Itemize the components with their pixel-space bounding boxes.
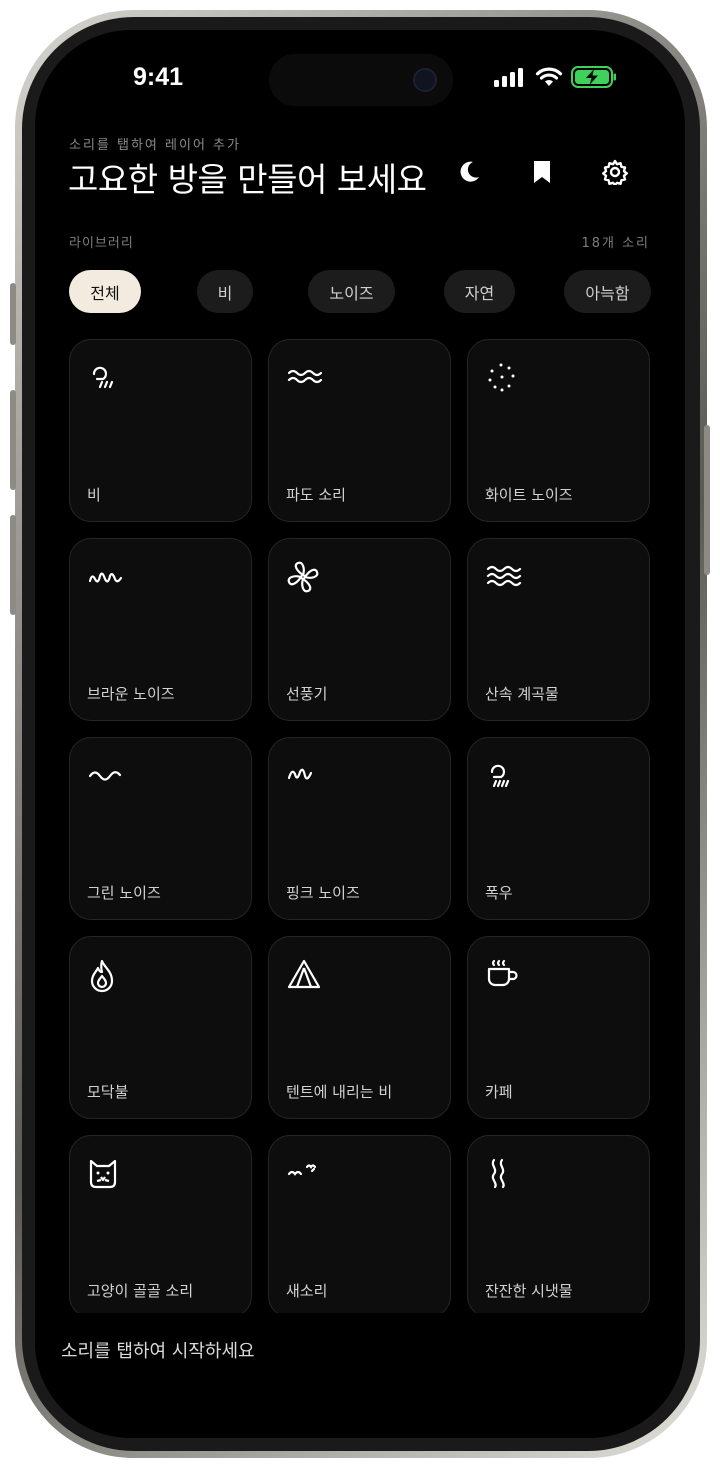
sound-tile-green-noise[interactable]: 그린 노이즈 bbox=[69, 737, 252, 920]
sound-tile-ocean-waves[interactable]: 파도 소리 bbox=[268, 339, 451, 522]
screen: 9:41 소리를 탭하여 레이어 추가 고요한 방을 만들어 보세요 라이브러리… bbox=[35, 30, 685, 1438]
flame-icon bbox=[90, 959, 114, 993]
sound-label: 그린 노이즈 bbox=[87, 884, 161, 902]
start-hint: 소리를 탭하여 시작하세요 bbox=[61, 1341, 255, 1362]
bookmark-icon bbox=[534, 161, 550, 183]
dots-circle-icon bbox=[488, 363, 515, 392]
squiggle-icon bbox=[88, 572, 123, 583]
sound-label: 파도 소리 bbox=[286, 486, 346, 504]
chip-noise[interactable]: 노이즈 bbox=[308, 270, 395, 313]
coffee-cup-icon bbox=[487, 959, 518, 987]
library-label: 라이브러리 bbox=[69, 236, 134, 251]
sound-label: 모닥불 bbox=[87, 1083, 129, 1101]
sound-label: 핑크 노이즈 bbox=[286, 884, 360, 902]
sound-label: 카페 bbox=[485, 1083, 513, 1101]
sound-tile-fan[interactable]: 선풍기 bbox=[268, 538, 451, 721]
sound-tile-rain[interactable]: 비 bbox=[69, 339, 252, 522]
stream-icon bbox=[486, 565, 522, 587]
sound-tile-pink-noise[interactable]: 핑크 노이즈 bbox=[268, 737, 451, 920]
sleep-mode-button[interactable] bbox=[452, 155, 486, 189]
saved-mixes-button[interactable] bbox=[525, 155, 559, 189]
sound-label: 새소리 bbox=[286, 1282, 328, 1300]
header-subtitle: 소리를 탭하여 레이어 추가 bbox=[69, 138, 241, 153]
zigzag-icon bbox=[287, 768, 313, 780]
status-time: 9:41 bbox=[133, 63, 184, 91]
bird-icon bbox=[287, 1164, 317, 1176]
tent-icon bbox=[287, 959, 321, 989]
sound-tile-cat-purring[interactable]: 고양이 골골 소리 bbox=[69, 1135, 252, 1318]
front-camera bbox=[413, 68, 437, 92]
sound-tile-campfire[interactable]: 모닥불 bbox=[69, 936, 252, 1119]
sound-tile-heavy-rain[interactable]: 폭우 bbox=[467, 737, 650, 920]
status-icons bbox=[493, 66, 617, 88]
moon-icon bbox=[460, 161, 479, 182]
wave-line-icon bbox=[88, 771, 122, 781]
chip-all[interactable]: 전체 bbox=[69, 270, 141, 313]
now-playing-bar[interactable]: 소리를 탭하여 시작하세요 bbox=[35, 1313, 685, 1438]
sound-tile-white-noise[interactable]: 화이트 노이즈 bbox=[467, 339, 650, 522]
power-button bbox=[704, 425, 710, 575]
sound-count: 18개 소리 bbox=[581, 236, 650, 251]
sound-label: 폭우 bbox=[485, 884, 513, 902]
waves-icon bbox=[287, 369, 323, 384]
fan-icon bbox=[287, 561, 319, 593]
gear-icon bbox=[602, 159, 628, 185]
page-title: 고요한 방을 만들어 보세요 bbox=[68, 160, 427, 199]
chip-cozy[interactable]: 아늑함 bbox=[564, 270, 651, 313]
chip-nature[interactable]: 자연 bbox=[444, 270, 515, 313]
sound-label: 선풍기 bbox=[286, 685, 328, 703]
sound-tile-cafe[interactable]: 카페 bbox=[467, 936, 650, 1119]
volume-down-button bbox=[10, 515, 16, 615]
sound-tile-rain-on-tent[interactable]: 텐트에 내리는 비 bbox=[268, 936, 451, 1119]
rain-cloud-icon bbox=[92, 366, 114, 389]
sound-label: 화이트 노이즈 bbox=[485, 486, 573, 504]
sound-tile-mountain-stream[interactable]: 산속 계곡물 bbox=[467, 538, 650, 721]
sound-label: 산속 계곡물 bbox=[485, 685, 559, 703]
battery-charging-icon bbox=[571, 66, 616, 88]
chip-rain[interactable]: 비 bbox=[197, 270, 253, 313]
sound-label: 고양이 골골 소리 bbox=[87, 1282, 194, 1300]
sound-tile-birdsong[interactable]: 새소리 bbox=[268, 1135, 451, 1318]
wifi-icon bbox=[535, 67, 563, 86]
dynamic-island bbox=[269, 54, 453, 106]
sound-label: 잔잔한 시냇물 bbox=[485, 1282, 573, 1300]
sound-label: 텐트에 내리는 비 bbox=[286, 1083, 393, 1101]
action-button bbox=[10, 283, 16, 345]
sound-label: 브라운 노이즈 bbox=[87, 685, 175, 703]
heavy-rain-icon bbox=[490, 764, 510, 788]
settings-button[interactable] bbox=[598, 155, 632, 189]
sound-tile-brown-noise[interactable]: 브라운 노이즈 bbox=[69, 538, 252, 721]
signal-icon bbox=[494, 68, 523, 87]
volume-up-button bbox=[10, 390, 16, 490]
sound-label: 비 bbox=[87, 486, 101, 504]
sound-tile-gentle-creek[interactable]: 잔잔한 시냇물 bbox=[467, 1135, 650, 1318]
steam-icon bbox=[491, 1158, 505, 1189]
cat-icon bbox=[89, 1159, 117, 1189]
